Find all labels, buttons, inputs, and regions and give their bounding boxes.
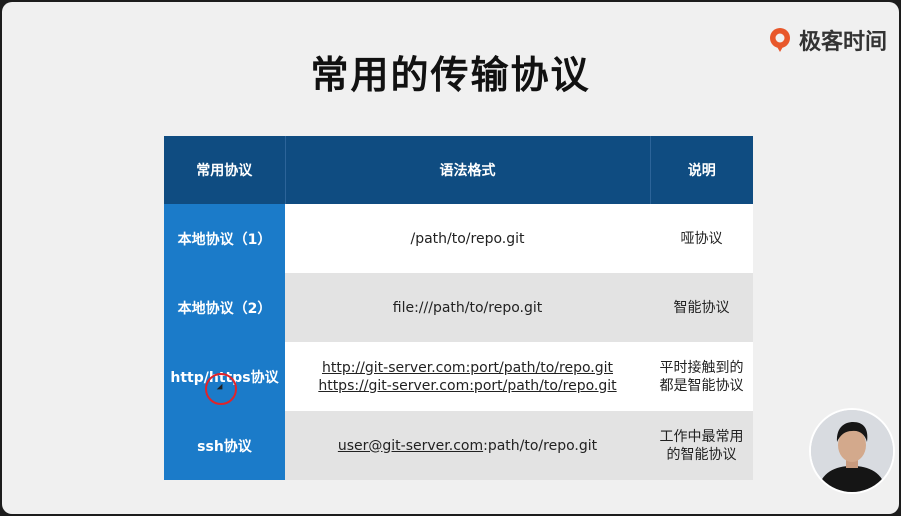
column-header: 语法格式 [285,136,651,204]
syntax-text: file:///path/to/repo.git [392,299,543,316]
note-text: 的智能协议 [666,446,737,463]
presenter-webcam [809,408,895,494]
slide-title: 常用的传输协议 [310,53,591,97]
column-header: 常用协议 [164,136,286,204]
protocol-name: 本地协议（1） [164,204,285,273]
protocol-name: ssh协议 [164,411,285,480]
note-text: 智能协议 [673,299,730,316]
syntax-cell: user@git-server.com:path/to/repo.git [285,411,650,480]
note-cell: 工作中最常用 的智能协议 [650,411,753,480]
table-row: 本地协议（1） /path/to/repo.git 哑协议 [164,204,753,273]
table-row: ssh协议 user@git-server.com:path/to/repo.g… [164,411,753,480]
protocol-table: 常用协议 语法格式 说明 本地协议（1） /path/to/repo.git 哑… [164,136,753,480]
note-text: 平时接触到的 [659,359,744,376]
syntax-link[interactable]: http://git-server.com:port/path/to/repo.… [286,359,649,377]
note-cell: 智能协议 [650,273,753,342]
syntax-link[interactable]: user@git-server.com [338,438,483,454]
note-cell: 平时接触到的 都是智能协议 [650,342,753,411]
syntax-cell: /path/to/repo.git [285,204,650,273]
note-cell: 哑协议 [650,204,753,273]
note-text: 哑协议 [680,230,723,247]
syntax-text: :path/to/repo.git [483,437,598,454]
presentation-slide: 极客时间 常用的传输协议 常用协议 语法格式 说明 本地协议（1） /path/… [2,2,899,514]
protocol-name: 本地协议（2） [164,273,285,342]
presenter-icon [811,410,893,492]
table-row: 本地协议（2） file:///path/to/repo.git 智能协议 [164,273,753,342]
column-header: 说明 [650,136,753,204]
table-header-row: 常用协议 语法格式 说明 [164,136,753,204]
syntax-text: /path/to/repo.git [410,230,525,247]
syntax-cell: http://git-server.com:port/path/to/repo.… [285,342,650,411]
protocol-name: http/https协议 [164,342,285,411]
note-text: 都是智能协议 [659,377,744,394]
note-text: 工作中最常用 [659,428,744,445]
syntax-link[interactable]: https://git-server.com:port/path/to/repo… [286,377,649,395]
syntax-cell: file:///path/to/repo.git [285,273,650,342]
table-row: http/https协议 http://git-server.com:port/… [164,342,753,411]
